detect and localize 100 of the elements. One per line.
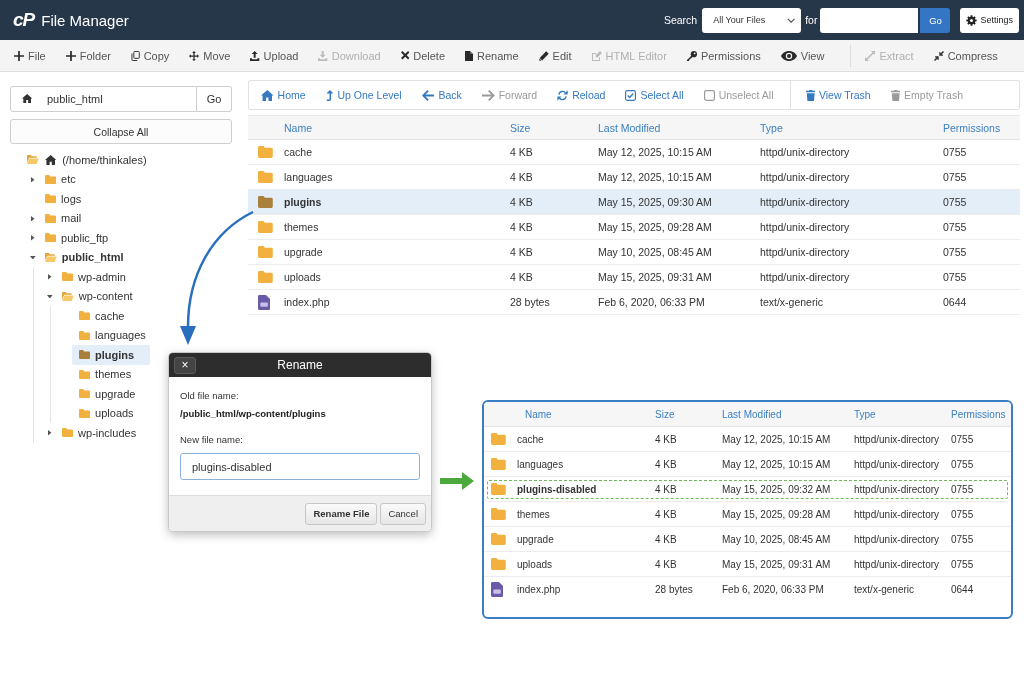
file-row[interactable]: index.php 28 bytes Feb 6, 2020, 06:33 PM text/x-generic 0644 [484,577,1011,602]
type-cell: httpd/unix-directory [854,508,940,520]
file-row[interactable]: plugins-disabled 4 KB May 15, 2025, 09:32 AM httpd/unix-directory 0755 [484,477,1011,502]
file-row[interactable]: index.php 28 bytes Feb 6, 2020, 06:33 PM text/x-generic 0644 [248,290,1020,315]
tree-item[interactable]: wp-admin [55,267,142,287]
new-file-button[interactable]: File [14,49,46,62]
collapse-all-button[interactable]: Collapse All [10,119,232,144]
path-field[interactable]: public_html [10,86,197,112]
modified-cell: May 15, 2025, 09:32 AM [722,483,831,495]
column-header[interactable]: Type [854,408,876,420]
column-header[interactable]: Permissions [951,408,1006,420]
caret-down-icon[interactable] [30,255,36,259]
delete-button[interactable]: Delete [400,49,445,62]
move-button[interactable]: Move [189,49,231,62]
file-row[interactable]: uploads 4 KB May 15, 2025, 09:31 AM httpd/unix-directory 0755 [248,265,1020,290]
column-header[interactable]: Name [284,121,312,134]
file-row[interactable]: cache 4 KB May 12, 2025, 10:15 AM httpd/unix-directory 0755 [484,427,1011,452]
caret-down-icon[interactable] [47,294,53,298]
caret-right-icon[interactable] [31,215,35,221]
permissions-cell: 0755 [951,533,974,545]
folder-icon [491,433,506,445]
tree-item[interactable]: languages [72,325,162,345]
close-button[interactable]: × [174,356,196,374]
tree-item[interactable]: (/home/thinkales) [21,150,163,170]
file-row[interactable]: themes 4 KB May 15, 2025, 09:28 AM httpd/unix-directory 0755 [248,215,1020,240]
type-cell: httpd/unix-directory [760,171,850,183]
tree-item[interactable]: themes [72,364,148,384]
type-cell: httpd/unix-directory [854,558,940,570]
size-cell: 4 KB [655,483,677,495]
up-one-level-button[interactable]: Up One Level [325,89,402,101]
tree-item[interactable]: logs [38,189,98,209]
size-cell: 4 KB [510,271,533,283]
trash-icon [805,89,815,101]
size-cell: 4 KB [510,146,533,158]
type-cell: httpd/unix-directory [760,221,850,233]
modified-cell: May 15, 2025, 09:28 AM [722,508,831,520]
file-row[interactable]: languages 4 KB May 12, 2025, 10:15 AM httpd/unix-directory 0755 [484,452,1011,477]
home-icon [261,89,274,101]
settings-button[interactable]: Settings [960,7,1019,33]
modified-cell: May 12, 2025, 10:15 AM [722,433,831,445]
name-cell: languages [517,458,564,470]
for-label: for [805,14,818,26]
column-header[interactable]: Last Modified [722,408,782,420]
tree-item[interactable]: cache [72,306,141,326]
caret-right-icon[interactable] [48,274,52,280]
file-row[interactable]: cache 4 KB May 12, 2025, 10:15 AM httpd/unix-directory 0755 [248,140,1020,165]
reload-button[interactable]: Reload [557,89,606,101]
type-cell: httpd/unix-directory [854,533,940,545]
select-all-button[interactable]: Select All [625,89,684,101]
tree-item[interactable]: mail [38,208,98,228]
view-trash-button[interactable]: View Trash [805,89,871,101]
type-cell: text/x-generic [854,584,915,595]
column-header[interactable]: Permissions [943,121,1001,134]
modified-cell: May 10, 2025, 08:45 AM [598,246,712,258]
upload-button[interactable]: Upload [250,49,299,62]
column-header[interactable]: Name [525,408,552,420]
column-header[interactable]: Size [510,121,531,134]
caret-right-icon[interactable] [48,430,52,436]
new-folder-button[interactable]: Folder [65,49,111,62]
file-row[interactable]: plugins 4 KB May 15, 2025, 09:30 AM httpd/unix-directory 0755 [248,190,1020,215]
permissions-cell: 0755 [951,458,974,470]
size-cell: 28 bytes [510,296,550,308]
copy-button[interactable]: Copy [130,49,170,62]
view-button[interactable]: View [780,49,825,62]
tree-item[interactable]: uploads [72,403,150,423]
column-header[interactable]: Last Modified [598,121,661,134]
scope-select[interactable]: All Your Files [702,7,802,33]
app-title: File Manager [41,11,129,29]
home-button[interactable]: Home [261,89,306,101]
permissions-button[interactable]: Permissions [686,49,761,62]
tree-item[interactable]: etc [38,169,92,189]
column-header[interactable]: Size [655,408,675,420]
cancel-button[interactable]: Cancel [380,502,426,525]
go-button[interactable]: Go [197,86,232,112]
tree-item[interactable]: public_html [38,247,140,267]
caret-right-icon[interactable] [31,235,35,241]
file-row[interactable]: themes 4 KB May 15, 2025, 09:28 AM httpd/unix-directory 0755 [484,502,1011,527]
file-row[interactable]: uploads 4 KB May 15, 2025, 09:31 AM httpd/unix-directory 0755 [484,552,1011,577]
go-button[interactable]: Go [920,7,951,33]
rename-button[interactable]: Rename [465,49,519,62]
tree-item[interactable]: wp-content [55,286,149,306]
column-header[interactable]: Type [760,121,783,134]
tree-item[interactable]: plugins [72,345,151,365]
new-name-field[interactable]: plugins-disabled [180,453,420,480]
compress-button[interactable]: Compress [933,49,998,62]
back-button[interactable]: Back [421,89,462,101]
type-cell: httpd/unix-directory [760,246,850,258]
file-row[interactable]: upgrade 4 KB May 10, 2025, 08:45 AM httpd/unix-directory 0755 [484,527,1011,552]
caret-right-icon[interactable] [31,176,35,182]
tree-item[interactable]: public_ftp [38,228,125,248]
file-row[interactable]: upgrade 4 KB May 10, 2025, 08:45 AM httpd/unix-directory 0755 [248,240,1020,265]
plus-icon [65,50,76,61]
edit-button[interactable]: Edit [538,49,572,62]
folder-icon [491,508,506,520]
rename-confirm-button[interactable]: Rename File [305,502,378,525]
tree-item[interactable]: wp-includes [55,423,153,443]
type-cell: httpd/unix-directory [760,146,850,158]
tree-item[interactable]: upgrade [72,384,152,404]
plus-icon [14,50,24,61]
search-field[interactable] [820,7,919,33]
